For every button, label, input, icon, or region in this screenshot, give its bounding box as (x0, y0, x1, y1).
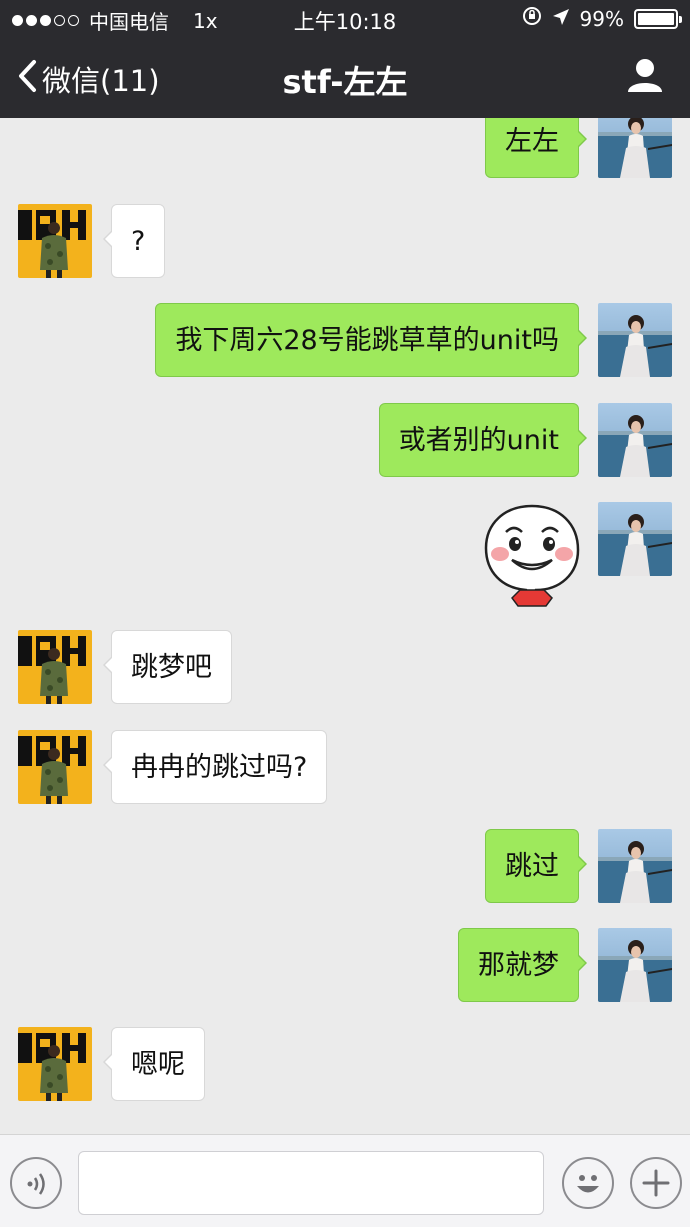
chat-title: stf-左左 (282, 63, 408, 101)
message-bubble-incoming[interactable]: 嗯呢 (103, 1027, 205, 1101)
input-bar (0, 1134, 690, 1227)
my-avatar[interactable] (598, 403, 672, 477)
message-bubble-outgoing[interactable]: 那就梦 (458, 928, 587, 1002)
message-bubble-incoming[interactable]: 跳梦吧 (103, 630, 232, 704)
emoji-icon (568, 1163, 608, 1207)
contact-avatar[interactable] (18, 630, 92, 704)
my-avatar[interactable] (598, 303, 672, 377)
person-icon (626, 59, 664, 98)
battery-icon (634, 8, 682, 29)
battery-percent: 99% (579, 6, 624, 31)
contact-avatar[interactable] (18, 204, 92, 278)
rotation-lock-icon (522, 6, 542, 31)
my-avatar[interactable] (598, 502, 672, 576)
my-avatar[interactable] (598, 118, 672, 178)
contact-avatar[interactable] (18, 1027, 92, 1101)
message-bubble-incoming[interactable]: ? (102, 204, 166, 278)
message-bubble-incoming[interactable]: 冉冉的跳过吗? (102, 730, 328, 804)
chat-area[interactable]: 左左 ? 我下周六28号能跳草草的unit吗 或者别的unit 跳梦吧 冉冉的跳… (0, 118, 690, 1134)
contact-avatar[interactable] (18, 730, 92, 804)
plus-icon (640, 1167, 672, 1203)
status-right: 99% (522, 6, 682, 31)
battery-fill (638, 12, 674, 25)
my-avatar[interactable] (598, 829, 672, 903)
message-bubble-outgoing[interactable]: 或者别的unit (378, 403, 588, 477)
message-bubble-outgoing[interactable]: 左左 (485, 118, 587, 178)
add-button[interactable] (630, 1157, 682, 1209)
message-bubble-outgoing[interactable]: 跳过 (485, 829, 587, 903)
voice-button[interactable] (10, 1157, 62, 1209)
status-bar: 中国电信 1x 上午10:18 99% (0, 0, 690, 38)
location-icon (552, 7, 570, 31)
voice-icon (24, 1170, 50, 1202)
message-input[interactable] (78, 1151, 544, 1215)
nav-bar: 微信(11) stf-左左 (0, 40, 690, 116)
message-bubble-outgoing[interactable]: 我下周六28号能跳草草的unit吗 (155, 303, 587, 377)
top-bar: 中国电信 1x 上午10:18 99% 微信(11) stf-左左 (0, 0, 690, 118)
emoji-button[interactable] (562, 1157, 614, 1209)
chat-info-button[interactable] (626, 56, 664, 98)
grinning-face-sticker[interactable] (482, 502, 582, 612)
my-avatar[interactable] (598, 928, 672, 1002)
